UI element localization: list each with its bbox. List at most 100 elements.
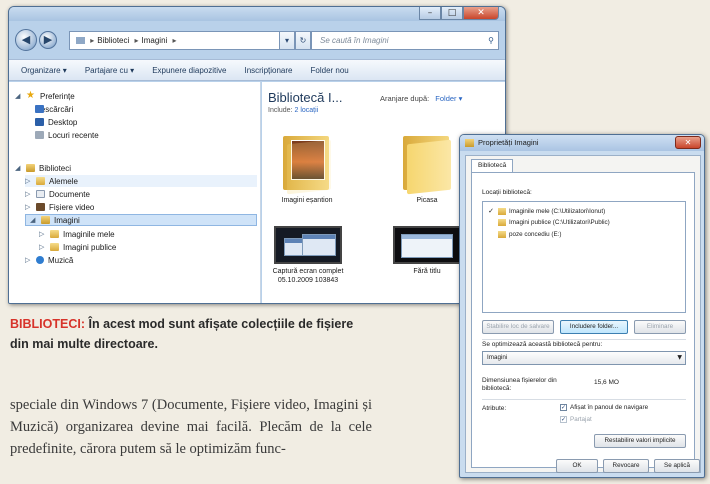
expand-icon[interactable]: ◢ — [15, 164, 22, 172]
forward-button[interactable]: ▶ — [39, 31, 57, 49]
arrange-dropdown[interactable]: Folder ▾ — [435, 94, 462, 103]
nav-item-videos[interactable]: ▷ Fișiere video — [25, 201, 94, 213]
nav-item-public-pictures[interactable]: ▷ Imagini publice — [39, 241, 116, 253]
nav-item-music[interactable]: ▷ Muzică — [25, 254, 73, 266]
nav-label: Imagini publice — [63, 242, 117, 252]
nav-label: Muzică — [48, 255, 74, 265]
minimize-button[interactable]: – — [419, 7, 441, 20]
nav-item-my-pictures[interactable]: ▷ Imaginile mele — [39, 228, 115, 240]
apply-button[interactable]: Se aplică — [654, 459, 700, 473]
star-icon: ★ — [26, 90, 35, 101]
checkbox-label: Afișat în panoul de navigare — [570, 404, 649, 411]
navigation-pane: ◢ ★ Preferințe Descărcări Desktop Locuri… — [9, 82, 261, 303]
pictures-library-icon — [41, 216, 50, 224]
dialog-close-button[interactable]: ✕ — [675, 136, 701, 149]
collapse-icon[interactable]: ▷ — [25, 256, 32, 264]
collapse-icon[interactable]: ▷ — [25, 203, 32, 211]
show-in-nav-checkbox[interactable]: ✓ Afișat în panoul de navigare — [560, 404, 648, 411]
location-row[interactable]: Imagini publice (C:\Utilizatori\Public) — [487, 219, 610, 226]
library-icon — [26, 164, 35, 172]
nav-item-desktop[interactable]: Desktop — [35, 116, 77, 128]
photo-folder-icon — [281, 132, 333, 195]
nav-item-images[interactable]: ◢ Imagini — [25, 214, 257, 226]
location-name: Imaginile mele (C:\Utilizatori\Ionut) — [509, 207, 606, 215]
toolbar-organize[interactable]: Organizare ▾ — [21, 66, 67, 75]
collapse-icon[interactable]: ▷ — [25, 177, 32, 185]
nav-item-recent[interactable]: Locuri recente — [35, 129, 99, 141]
tab-panel: Locații bibliotecă: ✓ Imaginile mele (C:… — [471, 172, 695, 468]
location-row[interactable]: ✓ Imaginile mele (C:\Utilizatori\Ionut) — [487, 207, 605, 215]
address-dropdown-button[interactable]: ▾ — [279, 31, 295, 50]
locations-label: Locații bibliotecă: — [482, 189, 532, 196]
refresh-button[interactable]: ↻ — [295, 31, 311, 50]
dialog-title: Proprietăți Imagini — [478, 138, 539, 147]
shared-checkbox[interactable]: ✓ Partajat — [560, 416, 592, 423]
chevron-down-icon: ▾ — [284, 36, 289, 45]
toolbar-new-folder[interactable]: Folder nou — [311, 66, 349, 75]
address-bar[interactable]: ▸ Biblioteci ▸ Imagini ▸ — [69, 31, 301, 50]
cancel-button[interactable]: Revocare — [603, 459, 649, 473]
set-save-location-button[interactable]: Stabilire loc de salvare — [482, 320, 554, 334]
tab-library[interactable]: Bibliotecă — [471, 159, 514, 172]
includes-link[interactable]: 2 locații — [294, 107, 318, 114]
folder-icon — [50, 243, 59, 251]
breadcrumb-current[interactable]: Imagini — [142, 36, 168, 45]
collapse-icon[interactable]: ▷ — [39, 243, 46, 251]
back-button[interactable]: ◀ — [15, 29, 37, 51]
search-input[interactable]: Se caută în Imagini ⚲ — [311, 31, 499, 50]
library-icon — [76, 37, 85, 45]
close-button[interactable]: ✕ — [463, 7, 499, 20]
toolbar-share[interactable]: Partajare cu ▾ — [85, 66, 134, 75]
toolbar-burn[interactable]: Inscripționare — [244, 66, 292, 75]
caption-lead: BIBLIOTECI: — [10, 317, 85, 331]
checkbox-checked-icon: ✓ — [560, 404, 567, 411]
nav-label: Preferințe — [40, 91, 75, 101]
location-name: poze concediu (E:) — [509, 231, 562, 238]
attributes-label: Atribute: — [482, 405, 507, 412]
collapse-icon[interactable]: ▷ — [39, 230, 46, 238]
file-tile[interactable]: Imagini eșantion — [270, 132, 344, 205]
ok-button[interactable]: OK — [556, 459, 598, 473]
file-tile[interactable]: Fără titlu — [388, 226, 466, 276]
file-name: Imagini eșantion — [281, 197, 333, 204]
arrange-label: Aranjare după: — [380, 94, 430, 103]
remove-button[interactable]: Eliminare — [634, 320, 686, 334]
search-icon[interactable]: ⚲ — [488, 32, 494, 49]
window-controls: – □ ✕ — [419, 7, 499, 20]
folder-icon — [50, 230, 59, 238]
file-name: Captură ecran complet 05.10.2009 103843 — [272, 268, 344, 284]
nav-libraries[interactable]: ◢ Biblioteci — [15, 162, 71, 174]
desktop-icon — [35, 118, 44, 126]
expand-icon[interactable]: ◢ — [15, 92, 22, 100]
nav-label: Imaginile mele — [63, 229, 115, 239]
screenshot-thumbnail — [274, 226, 342, 264]
maximize-button[interactable]: □ — [441, 7, 463, 20]
nav-label: Locuri recente — [48, 130, 99, 140]
chevron-down-icon: ▼ — [677, 354, 682, 361]
nav-item-downloads[interactable]: Descărcări — [35, 103, 73, 115]
expand-icon[interactable]: ◢ — [30, 216, 37, 224]
toolbar-slideshow[interactable]: Expunere diapozitive — [152, 66, 226, 75]
collapse-icon[interactable]: ▷ — [25, 190, 32, 198]
nav-label: Imagini — [54, 215, 80, 225]
nav-item-documents[interactable]: ▷ Documente — [25, 188, 90, 200]
checkbox-disabled-icon: ✓ — [560, 416, 567, 423]
folder-icon — [498, 219, 506, 226]
address-row: ◀ ▶ ▸ Biblioteci ▸ Imagini ▸ ▾ ↻ Se caută … — [9, 25, 505, 55]
file-name: Picasa — [416, 197, 438, 204]
restore-defaults-button[interactable]: Restabilire valori implicite — [594, 434, 686, 448]
optimize-select[interactable]: Imagini ▼ — [482, 351, 686, 365]
folder-icon — [401, 132, 453, 195]
file-tile[interactable]: Picasa — [390, 132, 464, 205]
include-folder-button[interactable]: Includere folder... — [560, 320, 628, 334]
location-row[interactable]: poze concediu (E:) — [487, 231, 562, 238]
library-includes: Include: 2 locații — [268, 107, 318, 114]
nav-item-alemele[interactable]: ▷ Alemele — [25, 175, 257, 187]
nav-favorites[interactable]: ◢ ★ Preferințe — [15, 90, 75, 102]
size-label: Dimensiunea fișierelor din bibliotecă: — [482, 377, 557, 392]
nav-label: Desktop — [48, 117, 78, 127]
breadcrumb-root[interactable]: Biblioteci — [97, 36, 129, 45]
locations-list[interactable]: ✓ Imaginile mele (C:\Utilizatori\Ionut) … — [482, 201, 686, 313]
file-tile[interactable]: Captură ecran complet 05.10.2009 103843 — [268, 226, 348, 285]
download-folder-icon — [35, 105, 44, 113]
